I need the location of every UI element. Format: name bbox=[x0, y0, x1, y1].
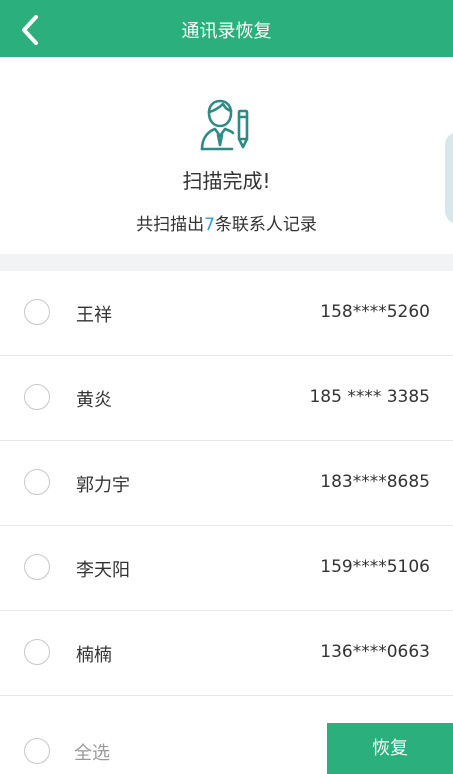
contact-row[interactable]: 郭力宇 183****8685 bbox=[0, 441, 453, 526]
select-radio[interactable] bbox=[24, 384, 50, 410]
contact-row[interactable]: 楠楠 136****0663 bbox=[0, 611, 453, 696]
restore-button[interactable]: 恢复 bbox=[327, 723, 453, 774]
scan-result-panel: 扫描完成! 共扫描出7条联系人记录 bbox=[0, 57, 453, 254]
select-all-label[interactable]: 全选 bbox=[74, 739, 110, 765]
contact-count: 7 bbox=[204, 215, 215, 235]
contact-name: 黄炎 bbox=[76, 390, 112, 411]
top-bar: 通讯录恢复 bbox=[0, 0, 453, 57]
bottom-action-bar: 全选 恢复 bbox=[0, 723, 453, 774]
contact-name: 李天阳 bbox=[76, 560, 130, 581]
contact-row[interactable]: 李天阳 159****5106 bbox=[0, 526, 453, 611]
contact-name: 王祥 bbox=[76, 305, 112, 326]
contact-row[interactable]: 黄炎 185 **** 3385 bbox=[0, 356, 453, 441]
select-radio[interactable] bbox=[24, 554, 50, 580]
select-radio[interactable] bbox=[24, 639, 50, 665]
summary-suffix: 条联系人记录 bbox=[214, 215, 317, 235]
contact-person-icon bbox=[200, 99, 249, 151]
section-divider bbox=[0, 254, 453, 271]
contact-name: 郭力宇 bbox=[76, 475, 130, 496]
contact-row[interactable]: 王祥 158****5260 bbox=[0, 271, 453, 356]
summary-prefix: 共扫描出 bbox=[136, 215, 205, 235]
contact-list: 王祥 158****5260 黄炎 185 **** 3385 郭力宇 183*… bbox=[0, 271, 453, 696]
contact-phone: 185 **** 3385 bbox=[309, 387, 430, 407]
contact-phone: 158****5260 bbox=[320, 302, 430, 322]
select-radio[interactable] bbox=[24, 469, 50, 495]
scan-status-title: 扫描完成! bbox=[182, 169, 271, 193]
page-title: 通讯录恢复 bbox=[181, 21, 272, 42]
contact-phone: 159****5106 bbox=[320, 557, 430, 577]
contact-phone: 136****0663 bbox=[320, 642, 430, 662]
contact-phone: 183****8685 bbox=[320, 472, 430, 492]
contact-name: 楠楠 bbox=[76, 645, 112, 666]
select-radio[interactable] bbox=[24, 299, 50, 325]
select-all-radio[interactable] bbox=[24, 738, 50, 764]
scan-summary: 共扫描出7条联系人记录 bbox=[0, 210, 453, 235]
